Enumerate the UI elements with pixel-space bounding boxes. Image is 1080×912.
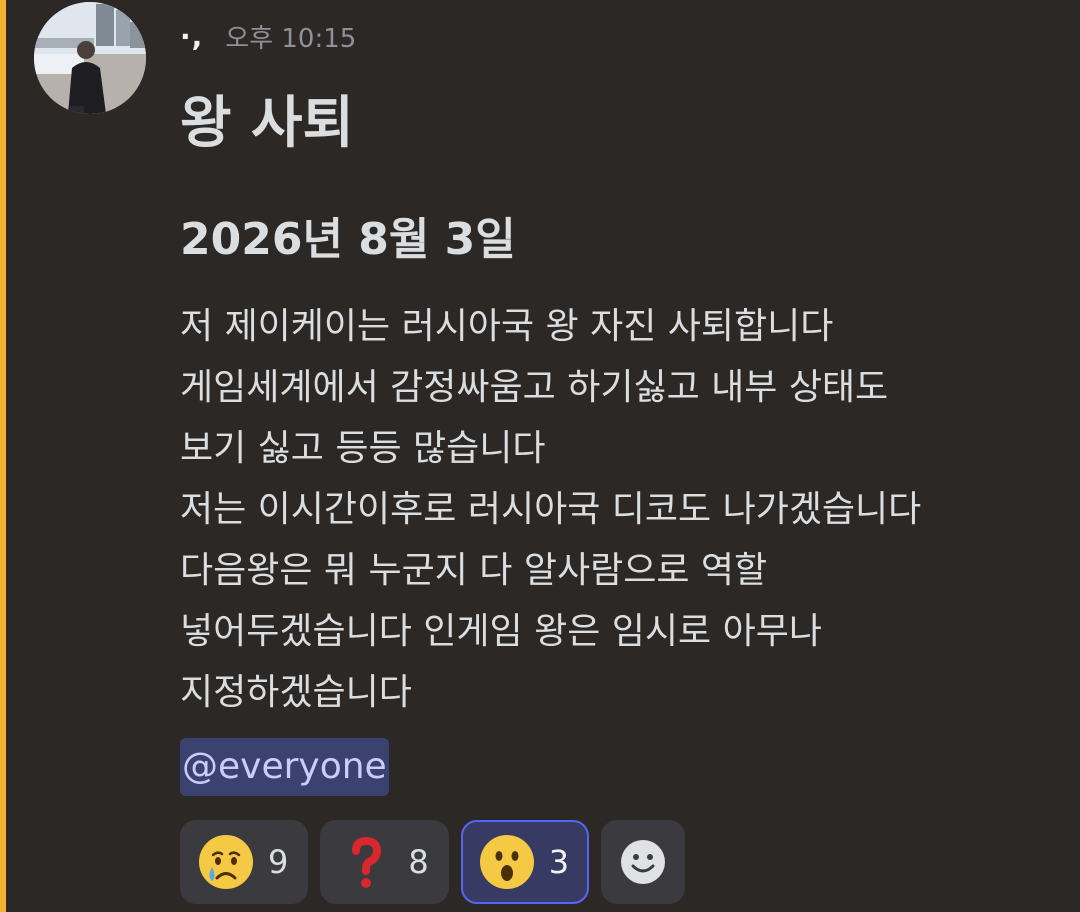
reaction-bar: 9 8 3 [180,820,697,904]
chat-message: ·, 오후 10:15 왕 사퇴 2026년 8월 3일 저 제이케이는 러시아… [0,0,1080,912]
message-line: 게임세계에서 감정싸움고 하기싫고 내부 상태도 [180,367,889,408]
message-line: 지정하겠습니다 [180,672,412,713]
avatar[interactable] [34,2,146,114]
red-question-mark-icon [336,832,396,892]
message-heading: 왕 사퇴 [180,91,355,156]
reaction-question[interactable]: 8 [320,820,449,904]
mention-highlight-bar [0,0,6,912]
add-reaction-button[interactable] [601,820,686,904]
reaction-count: 9 [268,843,289,881]
message-line: 저 제이케이는 러시아국 왕 자진 사퇴합니다 [180,306,834,347]
message-body: 저 제이케이는 러시아국 왕 자진 사퇴합니다 게임세계에서 감정싸움고 하기싫… [180,296,1060,723]
reaction-count: 8 [408,843,429,881]
username[interactable]: ·, [180,20,203,53]
reaction-count: 3 [548,843,570,881]
timestamp: 오후 10:15 [225,23,357,54]
message-line: 저는 이시간이후로 러시아국 디코도 나가겠습니다 [180,489,922,530]
message-subheading: 2026년 8월 3일 [180,214,516,265]
reaction-surprised[interactable]: 3 [460,820,590,904]
message-line: 다음왕은 뭐 누군지 다 알사람으로 역할 [180,550,768,591]
message-line: 보기 싫고 등등 많습니다 [180,428,546,469]
crying-face-icon [196,832,256,892]
reaction-crying[interactable]: 9 [180,820,309,904]
everyone-mention[interactable]: @everyone [180,738,389,796]
message-header: ·, 오후 10:15 [180,14,356,58]
add-reaction-smiley-icon [613,832,673,892]
message-line: 넣어두겠습니다 인게임 왕은 임시로 아무나 [180,611,822,652]
surprised-face-icon [477,832,537,892]
